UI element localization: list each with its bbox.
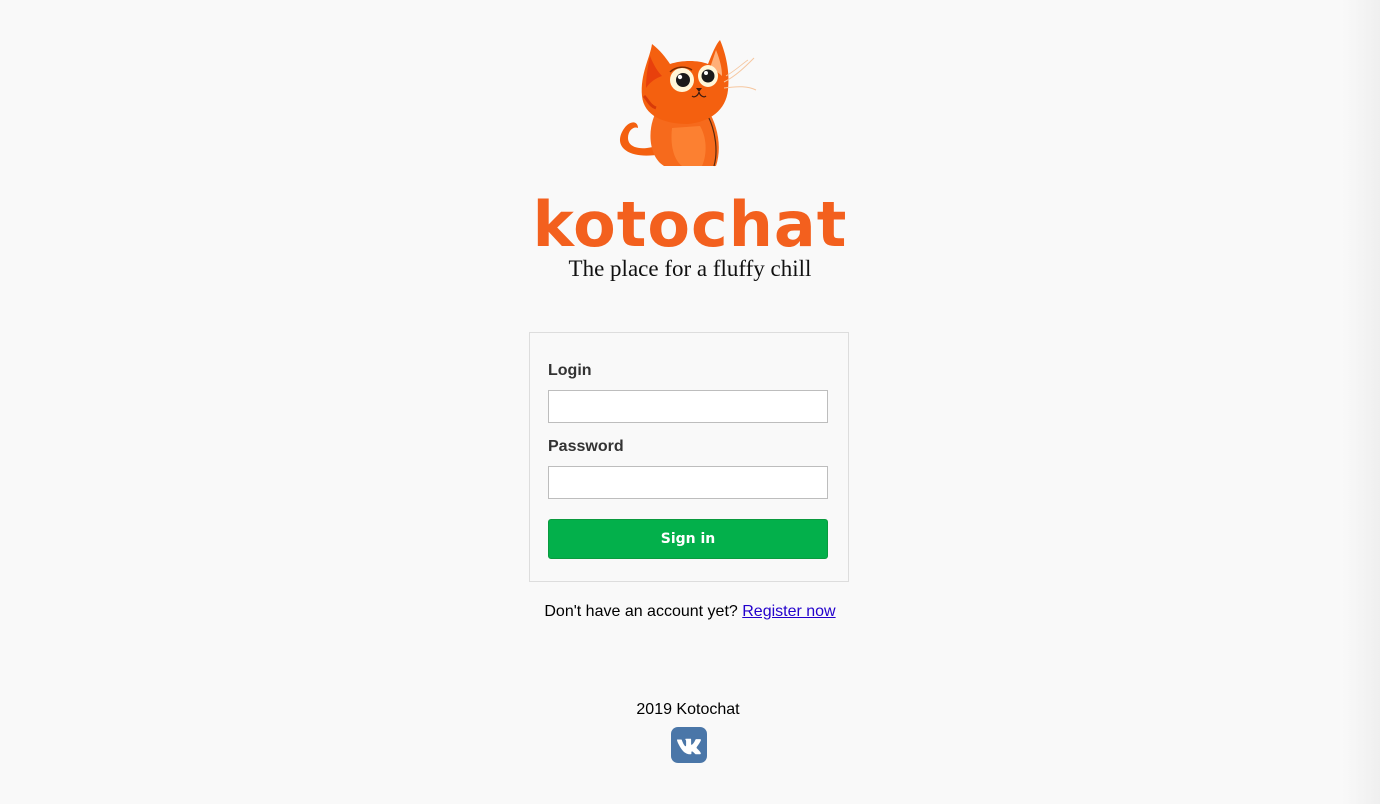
brand-name: kotochat bbox=[532, 188, 848, 261]
vk-social-link[interactable] bbox=[671, 727, 707, 763]
register-prompt-line: Don't have an account yet? Register now bbox=[0, 602, 1380, 622]
login-input[interactable] bbox=[548, 390, 828, 423]
sign-in-button[interactable]: Sign in bbox=[548, 519, 828, 559]
page-edge-shade bbox=[1342, 0, 1380, 804]
login-label: Login bbox=[548, 362, 592, 379]
login-form: Login Password Sign in bbox=[529, 332, 849, 582]
orange-cat-icon bbox=[612, 36, 762, 172]
password-label: Password bbox=[548, 438, 624, 455]
password-input[interactable] bbox=[548, 466, 828, 499]
register-prompt-text: Don't have an account yet? bbox=[544, 603, 738, 620]
login-page: kotochat The place for a fluffy chill Lo… bbox=[0, 0, 1380, 804]
register-now-link[interactable]: Register now bbox=[742, 603, 835, 620]
brand-tagline: The place for a fluffy chill bbox=[568, 256, 812, 281]
footer-copyright: 2019 Kotochat bbox=[636, 701, 740, 718]
